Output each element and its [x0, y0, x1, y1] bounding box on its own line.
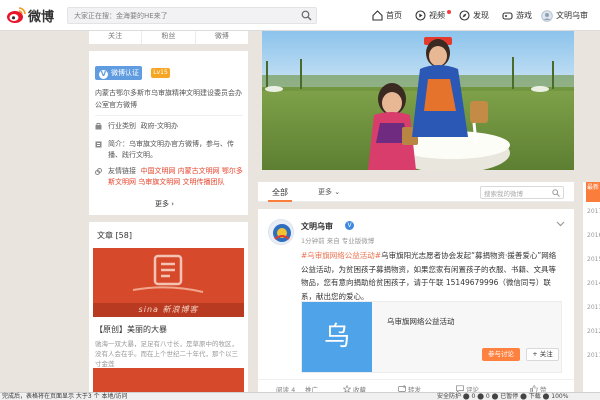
- link-icon: [95, 168, 102, 175]
- industry-row: 行业类别 政府-文明办: [95, 121, 243, 132]
- search-icon[interactable]: [301, 10, 312, 21]
- nav-game[interactable]: 游戏: [502, 7, 532, 24]
- tab-more-label: 更多: [318, 188, 332, 196]
- chevron-right-icon: ›: [171, 200, 175, 208]
- nav-discover-label: 发现: [473, 11, 489, 20]
- stat-following[interactable]: 关注: [89, 31, 141, 44]
- nav-user-label: 文明乌审: [556, 11, 588, 20]
- timeline-latest-tag[interactable]: 最新: [586, 182, 600, 202]
- cover-photo-image: [262, 31, 574, 170]
- weibo-logo[interactable]: 微博: [6, 5, 54, 25]
- feed-search-placeholder: 搜索我的微博: [484, 190, 523, 198]
- weibo-logo-icon: [7, 7, 26, 23]
- briefcase-icon: [95, 123, 102, 130]
- intro-row: 简介：乌审旗文明办官方微博，参与、传播、践行文明。: [95, 139, 243, 161]
- game-icon: [502, 12, 513, 20]
- topic-card[interactable]: 乌 乌审旗网络公益活动 参与讨论 + 关注: [301, 301, 562, 373]
- weibo-post: 文明乌审 V 1分钟前 来自 专业版微博 #乌审旗网络公益活动#乌审旗阳光志愿者…: [258, 209, 574, 400]
- feed-tabs: 全部 更多 ⌄ 搜索我的微博: [258, 182, 574, 202]
- post-author[interactable]: 文明乌审: [301, 221, 333, 232]
- tab-more[interactable]: 更多 ⌄: [318, 187, 340, 197]
- topic-card-image: 乌: [302, 302, 372, 372]
- article-excerpt: 驰海一双大暴，足足有八寸长，是草原中的牧区，没有人会在乎。而在上个世纪二十年代，…: [95, 340, 238, 368]
- nav-home[interactable]: 首页: [372, 7, 402, 24]
- thumbnail-caption: sina 新浪博客: [138, 305, 199, 314]
- cover-photo: [262, 31, 574, 170]
- tab-all[interactable]: 全部: [272, 187, 288, 198]
- status-indicators: 安全防护 ⬤ 0 ⬤ 0 ⬤ 已暂停 ⬤ 下载 ⬤ 100%: [437, 393, 569, 400]
- post-body: #乌审旗网络公益活动#乌审旗阳光志愿者协会发起“募捐物资·援善爱心”网络公益活动…: [301, 249, 563, 304]
- timeline-year[interactable]: 2016: [587, 232, 600, 239]
- verification-text: 内蒙古鄂尔多斯市乌审旗精神文明建设委员会办公室官方微博: [95, 89, 242, 109]
- nav-video-label: 视频: [429, 11, 445, 20]
- feed-search-input[interactable]: 搜索我的微博: [480, 186, 564, 199]
- timeline-year[interactable]: 2017: [587, 208, 600, 215]
- timeline-year[interactable]: 2011: [587, 352, 600, 359]
- join-discussion-button[interactable]: 参与讨论: [482, 348, 520, 361]
- friend-links-row: 友情链接 中国文明网 内蒙古文明网 鄂尔多斯文明网 乌审旗文明网 文明传播团队: [95, 166, 243, 188]
- nav-discover[interactable]: 发现: [459, 7, 489, 24]
- verified-icon: V: [345, 221, 354, 230]
- top-nav-bar: 微博 大家正在搜：金海要的HE来了 首页 视频 发现 游戏 文明乌审: [0, 0, 600, 31]
- more-link[interactable]: 更多 ›: [155, 199, 174, 209]
- timeline-strip: 最新 2017 2016 2015 2014 2013 2012 2011: [583, 182, 600, 400]
- status-text: 完成后，表格将在页面显示 大于3 个 本地/访问: [2, 393, 128, 400]
- browser-status-bar: 完成后，表格将在页面显示 大于3 个 本地/访问 安全防护 ⬤ 0 ⬤ 0 ⬤ …: [0, 392, 600, 400]
- verified-label: 微博认证: [111, 69, 139, 77]
- stat-followers[interactable]: 粉丝: [141, 31, 194, 44]
- article-title[interactable]: 【原创】美丽的大暴: [95, 324, 167, 335]
- timeline-year[interactable]: 2014: [587, 280, 600, 287]
- post-meta: 1分钟前 来自 专业版微博: [301, 237, 375, 245]
- divider: [95, 115, 243, 116]
- verified-badge[interactable]: V 微博认证: [95, 66, 142, 80]
- search-input[interactable]: 大家正在搜：金海要的HE来了: [67, 7, 317, 24]
- video-icon: [415, 10, 426, 21]
- timeline-year[interactable]: 2013: [587, 304, 600, 311]
- timeline-year[interactable]: 2012: [587, 328, 600, 335]
- topic-card-title[interactable]: 乌审旗网络公益活动: [387, 316, 455, 327]
- nav-user[interactable]: 文明乌审: [541, 7, 588, 24]
- articles-title: 文章 [58]: [97, 231, 132, 240]
- intro-label: 简介：: [108, 140, 129, 148]
- post-actions: 阅读 4 推广 收藏 转发 评论 赞: [258, 379, 574, 394]
- discover-icon: [459, 10, 470, 21]
- hashtag-link[interactable]: #乌审旗网络公益活动#: [301, 251, 381, 260]
- user-icon: [541, 9, 553, 22]
- industry-value: 政府-文明办: [140, 122, 178, 130]
- intro-icon: [95, 141, 102, 148]
- chevron-down-icon: ⌄: [334, 188, 341, 196]
- nav-game-label: 游戏: [516, 11, 532, 20]
- timeline-year[interactable]: 2015: [587, 256, 600, 263]
- stat-posts[interactable]: 微博: [194, 31, 248, 44]
- article-thumbnail[interactable]: sina 新浪博客: [93, 248, 244, 317]
- level-badge[interactable]: Lv15: [151, 68, 170, 78]
- home-icon: [372, 10, 383, 21]
- industry-label: 行业类别: [108, 122, 136, 130]
- avatar[interactable]: [268, 219, 294, 245]
- friend-links-label: 友情链接: [108, 167, 136, 175]
- tab-active-indicator: [268, 200, 292, 202]
- profile-info-card: V 微博认证 Lv15 内蒙古鄂尔多斯市乌审旗精神文明建设委员会办公室官方微博 行…: [89, 51, 248, 215]
- post-menu-chevron-icon[interactable]: [556, 221, 565, 227]
- verified-v-icon: V: [99, 70, 108, 79]
- follow-button[interactable]: + 关注: [526, 348, 559, 361]
- articles-panel: 文章 [58] sina 新浪博客 【原创】美丽的大暴 驰海一双大暴，足足有八寸…: [89, 222, 248, 400]
- logo-text: 微博: [28, 9, 55, 25]
- search-placeholder: 大家正在搜：金海要的HE来了: [74, 12, 168, 20]
- nav-home-label: 首页: [386, 11, 402, 20]
- avatar-logo-icon: [273, 224, 291, 242]
- nav-video[interactable]: 视频: [415, 7, 451, 24]
- profile-stats: 关注 粉丝 微博: [89, 31, 248, 44]
- notification-dot: [447, 9, 451, 14]
- search-icon[interactable]: [552, 189, 560, 197]
- more-label: 更多: [155, 200, 169, 208]
